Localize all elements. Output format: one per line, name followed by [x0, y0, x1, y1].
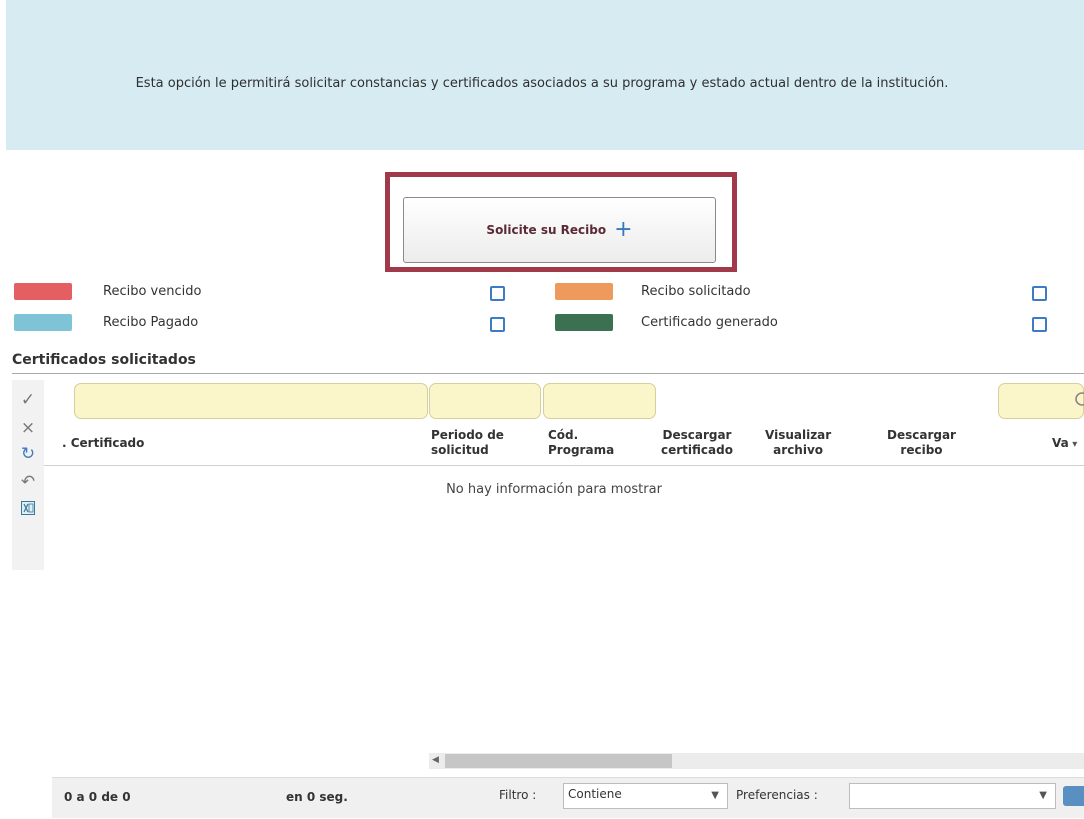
request-receipt-button[interactable]: Solicite su Recibo + — [403, 197, 716, 263]
check-icon[interactable]: ✓ — [12, 390, 44, 412]
column-header-valor-label: Va — [1052, 436, 1069, 450]
legend-swatch-certificado-generado — [555, 314, 613, 331]
scrollbar-thumb[interactable] — [445, 754, 672, 768]
refresh-icon[interactable]: ↻ — [12, 444, 44, 466]
chevron-down-icon: ▼ — [711, 790, 719, 801]
legend-swatch-recibo-pagado — [14, 314, 72, 331]
legend-checkbox-recibo-pagado[interactable] — [490, 317, 505, 332]
empty-table-message: No hay información para mostrar — [446, 482, 662, 497]
column-header-certificado[interactable]: . Certificado — [62, 436, 144, 451]
legend-label-certificado-generado: Certificado generado — [641, 315, 778, 330]
close-icon[interactable]: × — [12, 418, 44, 440]
load-time: en 0 seg. — [286, 790, 348, 804]
filter-periodo[interactable] — [429, 383, 541, 419]
filter-valor[interactable] — [998, 383, 1084, 419]
legend-label-recibo-solicitado: Recibo solicitado — [641, 284, 751, 299]
column-header-descargar-certificado[interactable]: Descargar certificado — [661, 428, 733, 458]
legend-label-recibo-pagado: Recibo Pagado — [103, 315, 199, 330]
filter-certificado[interactable] — [74, 383, 428, 419]
column-header-valor[interactable]: Va ▾ — [1052, 436, 1077, 452]
column-header-periodo[interactable]: Periodo de solicitud — [431, 428, 504, 458]
scroll-left-icon[interactable]: ◀ — [432, 755, 439, 765]
column-header-visualizar-archivo[interactable]: Visualizar archivo — [765, 428, 831, 458]
plus-icon: + — [614, 217, 633, 242]
info-banner — [6, 0, 1084, 150]
legend-swatch-recibo-solicitado — [555, 283, 613, 300]
grid-toolbar: ✓ × ↻ ↶ — [12, 380, 44, 570]
column-header-programa[interactable]: Cód. Programa — [548, 428, 614, 458]
preferences-label: Preferencias : — [736, 788, 818, 802]
legend-swatch-recibo-vencido — [14, 283, 72, 300]
filter-label: Filtro : — [499, 788, 537, 802]
save-preferences-icon[interactable] — [1063, 786, 1084, 806]
legend-checkbox-certificado-generado[interactable] — [1032, 317, 1047, 332]
excel-icon[interactable] — [12, 498, 44, 520]
filter-select-value: Contiene — [568, 787, 622, 801]
column-header-descargar-recibo[interactable]: Descargar recibo — [887, 428, 956, 458]
info-banner-text: Esta opción le permitirá solicitar const… — [135, 76, 949, 91]
chevron-down-icon: ▾ — [1068, 439, 1078, 450]
record-count: 0 a 0 de 0 — [64, 790, 131, 804]
undo-icon[interactable]: ↶ — [12, 472, 44, 494]
legend-label-recibo-vencido: Recibo vencido — [103, 284, 202, 299]
preferences-select[interactable]: ▼ — [849, 783, 1056, 809]
request-receipt-label: Solicite su Recibo — [486, 223, 607, 237]
section-title: Certificados solicitados — [12, 352, 196, 368]
legend-checkbox-recibo-vencido[interactable] — [490, 286, 505, 301]
header-divider — [44, 465, 1084, 466]
filter-programa[interactable] — [543, 383, 656, 419]
section-divider — [12, 373, 1084, 374]
legend-checkbox-recibo-solicitado[interactable] — [1032, 286, 1047, 301]
search-icon[interactable] — [1073, 391, 1084, 409]
filter-select[interactable]: Contiene ▼ — [563, 783, 728, 809]
chevron-down-icon: ▼ — [1039, 790, 1047, 801]
